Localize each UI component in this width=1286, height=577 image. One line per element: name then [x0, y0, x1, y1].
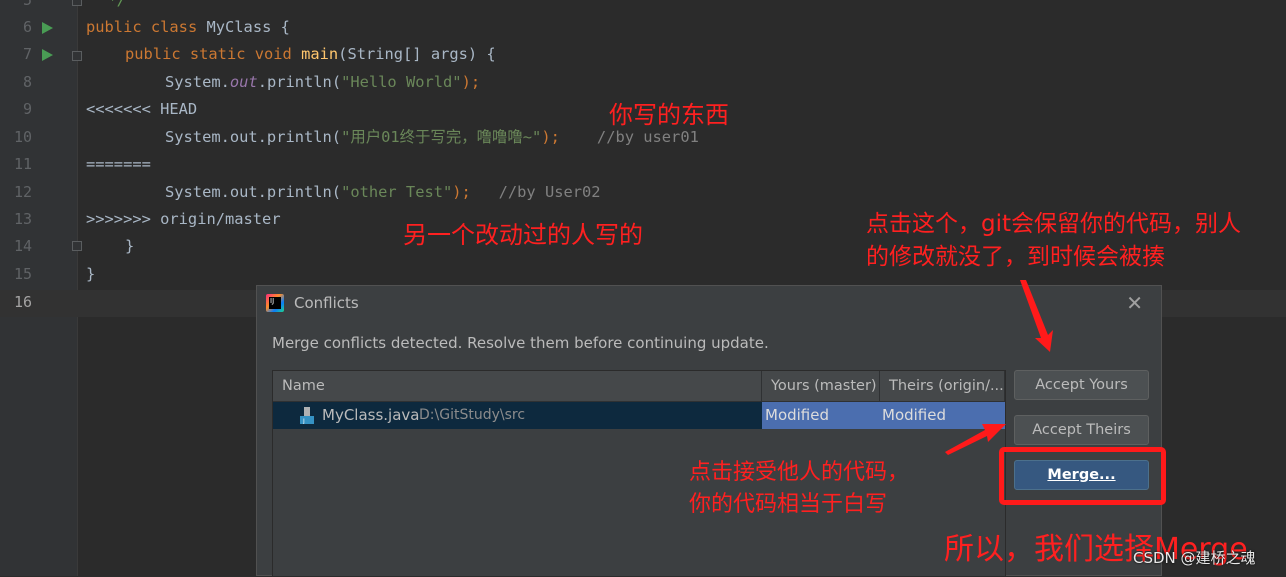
arrow-to-accept-theirs	[945, 424, 1006, 455]
arrow-to-accept-yours	[1020, 280, 1053, 352]
annotation-accept-theirs: 你的代码相当于白写	[689, 492, 888, 517]
watermark: CSDN @建桥之魂	[1133, 549, 1256, 567]
annotation-accept-theirs: 点击接受他人的代码，	[689, 460, 910, 485]
annotation-arrows	[945, 280, 1053, 455]
